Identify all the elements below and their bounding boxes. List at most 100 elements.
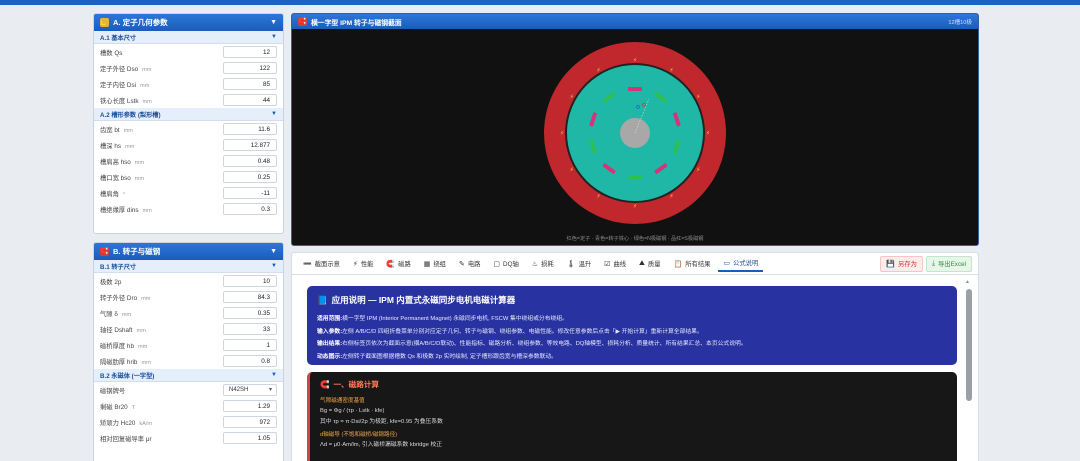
param-label-text: 相对回复磁导率 μr <box>100 435 152 443</box>
param-label: 槽绝缘厚 dins mm <box>100 205 223 214</box>
collapse-arrow-icon[interactable]: ▼ <box>270 248 277 255</box>
tab-icon: ▢ <box>493 260 501 268</box>
slot-marker: ⚡ <box>669 193 673 200</box>
param-label: 定子内径 Dsi mm <box>100 80 223 89</box>
param-input[interactable]: 972 <box>223 416 277 428</box>
info-line-key: 动态图示: <box>317 353 343 360</box>
tab-5[interactable]: ▢ DQ轴 <box>488 256 523 272</box>
param-label: 磁钢牌号 <box>100 387 126 395</box>
info-line: 输入参数:左侧 A/B/C/D 四组折叠菜单分别对应定子几何、转子与磁钢、绕组参… <box>317 326 947 339</box>
tab-9[interactable]: ⛰ 质量 <box>634 256 665 272</box>
param-input[interactable]: 10 <box>223 275 277 287</box>
param-input[interactable]: 1 <box>223 339 277 351</box>
collapse-arrow-icon[interactable]: ▼ <box>271 263 277 269</box>
tab-10[interactable]: 📋 所有结果 <box>669 256 716 272</box>
param-label: 齿宽 bt mm <box>100 125 223 134</box>
param-unit: ° <box>122 191 126 198</box>
magnet-icon: 🧲 <box>100 247 109 256</box>
param-row: 定子外径 Dso mm 122 <box>94 60 283 76</box>
slot-marker: ⚡ <box>706 130 710 137</box>
param-label-text: 槽绝缘厚 dins <box>100 206 139 214</box>
param-input[interactable]: 0.3 <box>223 203 277 215</box>
param-input[interactable]: 11.6 <box>223 123 277 135</box>
param-label-text: 齿宽 bt <box>100 126 120 134</box>
stator-panel-header[interactable]: 📐 A. 定子几何参数 ▼ <box>94 14 283 31</box>
tab-11[interactable]: ▭ 公式说明 <box>718 256 764 272</box>
param-label-text: 矫顽力 Hc20 <box>100 419 136 427</box>
param-row: 定子内径 Dsi mm 85 <box>94 76 283 92</box>
param-unit: mm <box>123 127 133 134</box>
tab-label: 绕组 <box>433 261 446 268</box>
slot-marker: ⚡ <box>560 130 564 137</box>
param-unit: mm <box>136 327 146 334</box>
tab-icon: ➖ <box>303 260 312 268</box>
section-magnet[interactable]: B.2 永磁体 (一字型) ▼ <box>94 369 283 382</box>
tab-label: 所有结果 <box>685 261 711 268</box>
param-input[interactable]: 0.35 <box>223 307 277 319</box>
formula-section: d轴磁导 (不饱和磁桥/磁钢路径) <box>320 432 398 438</box>
param-row: 矫顽力 Hc20 kA/m 972 <box>94 414 283 430</box>
tab-7[interactable]: 🌡 温升 <box>562 256 596 272</box>
tab-6[interactable]: ♨ 损耗 <box>527 256 559 272</box>
rotor-panel-header[interactable]: 🧲 B. 转子与磁钢 ▼ <box>94 243 283 260</box>
calc-title-text: 一、磁路计算 <box>333 380 380 389</box>
param-row: 槽深 hs mm 12.877 <box>94 137 283 153</box>
param-input[interactable]: 85 <box>223 78 277 90</box>
tab-icon: ☑ <box>604 260 611 268</box>
info-line-text: 右侧标签页依次为截面示意(横A/B/C/D联动)、性能指标、磁路分析、绕组参数、… <box>342 341 747 347</box>
param-label: 相对回复磁导率 μr <box>100 434 223 443</box>
param-label: 磁桥厚度 hb mm <box>100 341 223 350</box>
formula-section: 气隙磁通密度基值 <box>320 398 365 404</box>
magnet-grade-select[interactable]: N42SH <box>223 384 277 396</box>
tab-icon: 🌡 <box>566 260 576 268</box>
param-input[interactable]: 33 <box>223 323 277 335</box>
info-line-text: 横一字型 IPM (Interior Permanent Magnet) 永磁同… <box>342 316 568 322</box>
save-as-button[interactable]: 💾 另存为 <box>880 255 923 272</box>
tab-3[interactable]: ▦ 绕组 <box>419 256 451 272</box>
param-input[interactable]: 122 <box>223 62 277 74</box>
section-basic-size[interactable]: A.1 基本尺寸 ▼ <box>94 31 283 44</box>
magnet-icon: 🧲 <box>320 380 330 389</box>
tab-8[interactable]: ☑ 曲线 <box>599 256 631 272</box>
param-row-magnet-grade: 磁钢牌号 N42SH <box>94 382 283 398</box>
collapse-arrow-icon[interactable]: ▼ <box>271 34 277 40</box>
param-input[interactable]: 0.8 <box>223 355 277 367</box>
collapse-arrow-icon[interactable]: ▼ <box>270 19 277 26</box>
param-input[interactable]: 1.05 <box>223 432 277 444</box>
param-label: 气隙 δ mm <box>100 309 223 318</box>
slot-pole-badge: 12槽10极 <box>948 19 972 26</box>
legend-caption: 红色=定子 · 青色=转子铁心 · 绿色=N极磁钢 · 品红=S极磁钢 <box>566 236 704 242</box>
param-input[interactable]: 0.48 <box>223 155 277 167</box>
content-scrollbar[interactable] <box>966 289 972 401</box>
param-input[interactable]: 44 <box>223 94 277 106</box>
param-input[interactable]: -11 <box>223 187 277 199</box>
book-icon: 📘 <box>317 294 328 305</box>
param-row: 铁心长度 Lstk mm 44 <box>94 92 283 108</box>
param-label-text: 极数 2p <box>100 278 122 286</box>
param-input[interactable]: 1.29 <box>223 400 277 412</box>
tab-0[interactable]: ➖ 截面示意 <box>298 256 345 272</box>
param-input[interactable]: 12 <box>223 46 277 58</box>
param-input[interactable]: 0.25 <box>223 171 277 183</box>
param-label: 隔磁肋厚 hrib mm <box>100 357 223 366</box>
section-slot-shape[interactable]: A.2 槽形参数 (梨形槽) ▼ <box>94 108 283 121</box>
slot-marker: ⚡ <box>696 167 700 174</box>
scroll-up-arrow-icon[interactable]: ▲ <box>965 279 970 285</box>
param-label-text: 剩磁 Br20 <box>100 403 128 411</box>
section-rotor-size[interactable]: B.1 转子尺寸 ▼ <box>94 260 283 273</box>
param-row: 转子外径 Dro mm 84.3 <box>94 289 283 305</box>
app-info-card: 📘 应用说明 — IPM 内置式永磁同步电机电磁计算器 适用范围:横一字型 IP… <box>307 286 957 365</box>
tab-4[interactable]: ✎ 电路 <box>454 256 485 272</box>
tab-2[interactable]: 🧲 磁路 <box>381 256 415 272</box>
param-label-text: 气隙 δ <box>100 310 118 318</box>
param-input[interactable]: 84.3 <box>223 291 277 303</box>
save-icon: 💾 <box>886 260 895 268</box>
param-input[interactable]: 12.877 <box>223 139 277 151</box>
collapse-arrow-icon[interactable]: ▼ <box>271 111 277 117</box>
param-row: 槽肩高 hso mm 0.48 <box>94 153 283 169</box>
param-row: 槽肩角 ° -11 <box>94 185 283 201</box>
export-excel-button[interactable]: ⤓ 导出Excel <box>925 255 972 272</box>
collapse-arrow-icon[interactable]: ▼ <box>271 372 277 378</box>
motor-canvas[interactable]: ⚡ ⚡ ⚡ ⚡ ⚡ ⚡ ⚡ ⚡ ⚡ ⚡ ⚡ ⚡ 红色=定子 · 青色=转子铁心 · 绿色=N极磁钢 ·… <box>292 29 978 245</box>
tab-1[interactable]: ⚡ 性能 <box>348 256 379 272</box>
